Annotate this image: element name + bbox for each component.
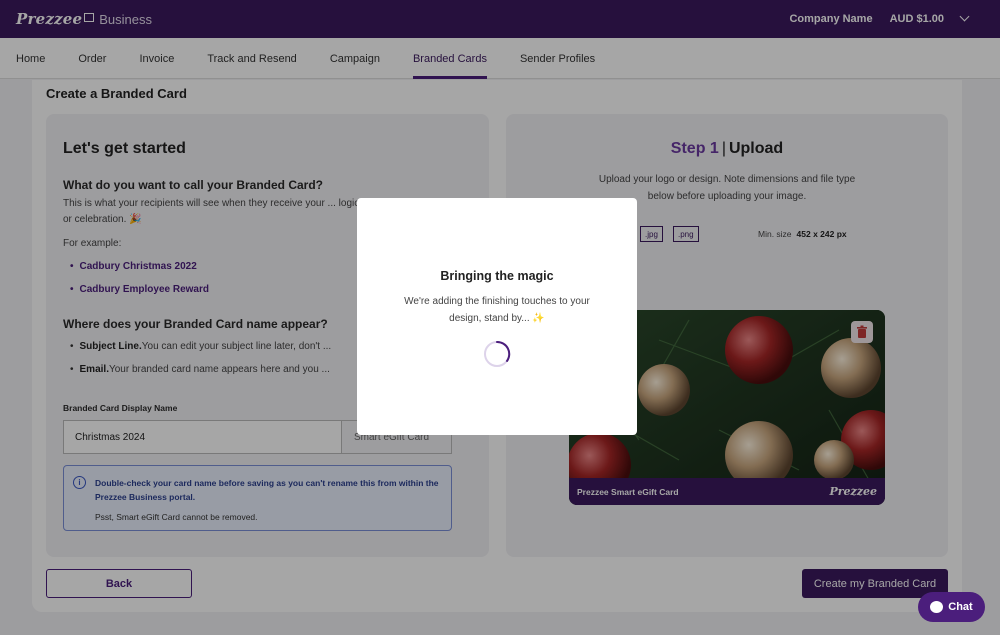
chat-button[interactable]: Chat [918, 592, 985, 622]
modal-title: Bringing the magic [440, 269, 554, 283]
loading-modal: Bringing the magic We're adding the fini… [357, 198, 637, 435]
chat-label: Chat [948, 601, 973, 613]
modal-text: We're adding the finishing touches to yo… [404, 296, 590, 324]
loading-spinner-icon [484, 340, 511, 367]
chat-bubble-icon [930, 601, 944, 613]
